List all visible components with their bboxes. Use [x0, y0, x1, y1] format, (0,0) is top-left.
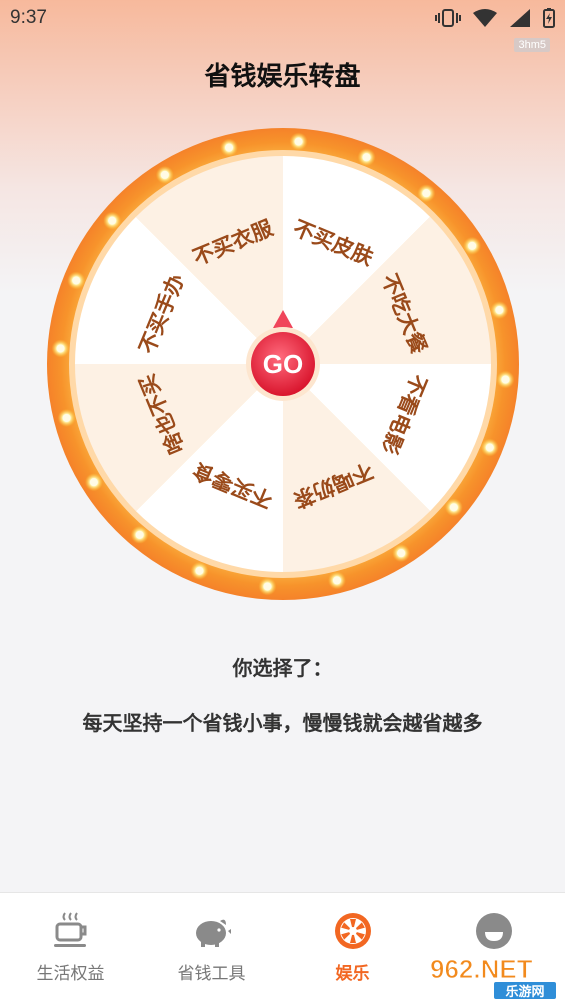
rim-bulb-core	[160, 170, 169, 179]
smile-face-icon	[475, 913, 512, 949]
watermark-brand: 962.NET	[430, 954, 533, 984]
rim-bulb-core	[495, 306, 504, 315]
tab-label: 省钱工具	[177, 964, 246, 984]
rim-bulb-core	[56, 344, 65, 353]
rim-bulb-core	[362, 153, 371, 162]
coffee-cup-icon	[53, 912, 86, 947]
result-text: 每天坚持一个省钱小事，慢慢钱就会越省越多	[82, 711, 483, 735]
rim-bulb-core	[501, 375, 510, 384]
rim-bulb-core	[449, 503, 458, 512]
rim-bulb-core	[135, 530, 144, 539]
tab-money-tools[interactable]: 省钱工具	[141, 893, 282, 1005]
tab-label: 生活权益	[36, 964, 105, 984]
rim-bulb-core	[422, 189, 431, 198]
page-title: 省钱娱乐转盘	[204, 62, 361, 92]
wifi-icon	[473, 9, 497, 27]
go-label: GO	[263, 349, 303, 379]
rim-bulb-core	[72, 276, 81, 285]
status-bar: 9:37 3hm5	[0, 0, 565, 52]
rim-bulb-core	[397, 549, 406, 558]
vibrate-icon	[435, 9, 461, 27]
watermark-logo: 962.NET 乐游网	[426, 948, 558, 1000]
rim-bulb-core	[62, 413, 71, 422]
build-tag: 3hm5	[514, 38, 550, 52]
tab-life-benefits[interactable]: 生活权益	[0, 893, 141, 1005]
result-label: 你选择了：	[232, 656, 333, 680]
battery-icon	[543, 8, 555, 28]
tab-entertainment[interactable]: 娱乐	[282, 893, 423, 1005]
status-icons	[435, 8, 555, 28]
rim-bulb-core	[294, 137, 303, 146]
rim-bulb-core	[89, 478, 98, 487]
rim-bulb-core	[332, 576, 341, 585]
status-time: 9:37	[10, 7, 47, 28]
tab-label: 娱乐	[335, 964, 370, 984]
rim-bulb-core	[485, 443, 494, 452]
rim-bulb-core	[263, 582, 272, 591]
wheel-icon	[334, 913, 371, 949]
rim-bulb-core	[468, 241, 477, 250]
piggy-bank-icon	[195, 919, 231, 947]
watermark-sub: 乐游网	[505, 984, 544, 1000]
lucky-wheel[interactable]: 不买皮肤 不吃大餐 不看电影 不喝奶茶 不买零食 啥也不买 不买手办 不买衣服 GO	[47, 128, 519, 600]
rim-bulb-core	[225, 143, 234, 152]
signal-icon	[510, 9, 530, 27]
rim-bulb-core	[195, 566, 204, 575]
rim-bulb-core	[108, 216, 117, 225]
